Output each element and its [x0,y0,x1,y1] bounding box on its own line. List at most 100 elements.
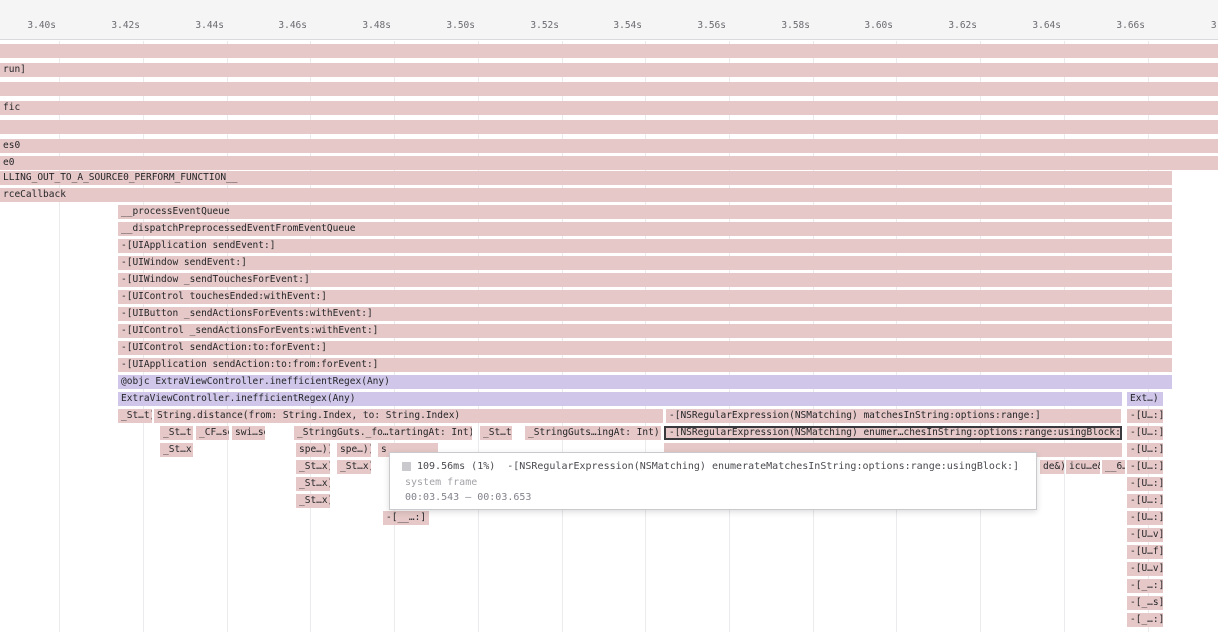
flame-bar[interactable]: -[_…:] [1127,613,1163,627]
flame-bar[interactable]: -[U…f] [1127,545,1163,559]
flame-bar[interactable]: LLING_OUT_TO_A_SOURCE0_PERFORM_FUNCTION_… [0,171,1172,185]
flame-bar-label: __dispatchPreprocessedEventFromEventQueu… [118,222,1172,236]
time-tick-label: 3.40s [27,20,56,31]
flame-bar[interactable]: @objc ExtraViewController.inefficientReg… [118,375,1172,389]
flame-bar[interactable]: -[UIControl sendAction:to:forEvent:] [118,341,1172,355]
flame-bar-label: _St…t) [160,426,193,440]
flame-bar-label: @objc ExtraViewController.inefficientReg… [118,375,1172,389]
flame-bar[interactable]: _St…x) [337,460,371,474]
flame-bar[interactable]: -[__…:] [383,511,429,525]
flame-bar[interactable]: -[UIWindow sendEvent:] [118,256,1172,270]
flame-bar-label: _St…t) [118,409,152,423]
flame-bar[interactable]: e0 [0,156,1218,170]
time-tick-label: 3.6 [1211,20,1218,31]
flame-bar[interactable]: _StringGuts…ingAt: Int) [525,426,661,440]
flame-bar[interactable]: -[U…:] [1127,477,1163,491]
flame-bar[interactable]: _St…x) [296,460,330,474]
flame-bar[interactable]: _St…t) [160,426,193,440]
flame-bar[interactable]: __processEventQueue [118,205,1172,219]
flame-bar[interactable]: _St…x) [296,477,330,491]
flame-bar[interactable]: _St…t) [480,426,512,440]
flame-bar-label: -[UIApplication sendEvent:] [118,239,1172,253]
flame-bar-label: -[UIApplication sendAction:to:from:forEv… [118,358,1172,372]
flame-bar[interactable]: String.distance(from: String.Index, to: … [154,409,663,423]
flame-bar[interactable]: -[_…s] [1127,596,1163,610]
tooltip: 109.56ms (1%) -[NSRegularExpression(NSMa… [389,452,1037,510]
flame-bar[interactable]: _CF…se [196,426,229,440]
flame-bar[interactable]: _St…x) [296,494,330,508]
flame-bar[interactable]: _St…x) [160,443,193,457]
time-tick-label: 3.56s [697,20,726,31]
flame-bar[interactable]: -[U…v] [1127,528,1163,542]
flame-bar[interactable]: -[U…:] [1127,426,1163,440]
flame-bar[interactable]: es0 [0,139,1218,153]
flame-bar[interactable]: run] [0,63,1218,77]
flame-bar[interactable]: icu…e&) [1066,460,1100,474]
flame-bar-label: -[NSRegularExpression(NSMatching) enumer… [666,428,1120,438]
flame-bar[interactable]: -[U…:] [1127,409,1163,423]
flame-bar-label: de&) [1040,460,1064,474]
flame-bar-label: _StringGuts…ingAt: Int) [525,426,661,440]
time-ruler[interactable]: 3.40s3.42s3.44s3.46s3.48s3.50s3.52s3.54s… [0,0,1218,40]
flame-bar-label: LLING_OUT_TO_A_SOURCE0_PERFORM_FUNCTION_… [0,171,1172,185]
flame-bar-selected[interactable]: -[NSRegularExpression(NSMatching) enumer… [664,426,1122,440]
tooltip-symbol: -[NSRegularExpression(NSMatching) enumer… [507,461,1019,472]
time-tick-label: 3.62s [948,20,977,31]
time-tick-label: 3.46s [278,20,307,31]
flame-bar[interactable]: rceCallback [0,188,1172,202]
flame-bar[interactable]: -[U…:] [1127,460,1163,474]
time-tick-label: 3.50s [446,20,475,31]
flame-bar-label: -[U…:] [1127,494,1163,508]
flame-bar[interactable]: -[UIButton _sendActionsForEvents:withEve… [118,307,1172,321]
flame-bar-label: -[__…:] [383,511,429,525]
flame-bar[interactable]: de&) [1040,460,1064,474]
flame-bar[interactable]: ExtraViewController.inefficientRegex(Any… [118,392,1122,406]
time-tick-label: 3.58s [781,20,810,31]
flame-bar-label: -[U…:] [1127,426,1163,440]
flame-bar[interactable]: -[NSRegularExpression(NSMatching) matche… [666,409,1121,423]
flame-bar-label: __processEventQueue [118,205,1172,219]
flame-bar[interactable] [0,82,1218,96]
flame-bar[interactable] [0,44,1218,58]
flame-bar-label: run] [0,63,1218,77]
frame-color-swatch-icon [402,462,411,471]
flame-bar[interactable] [0,120,1218,134]
flame-bar[interactable]: __6…ce [1102,460,1125,474]
flame-bar-label: ExtraViewController.inefficientRegex(Any… [118,392,1122,406]
flame-bar[interactable]: __dispatchPreprocessedEventFromEventQueu… [118,222,1172,236]
flame-bar-label: Ext…) [1127,392,1163,406]
flame-bar[interactable]: -[U…:] [1127,494,1163,508]
time-tick-label: 3.66s [1116,20,1145,31]
flame-bar-label: -[U…:] [1127,477,1163,491]
time-tick-label: 3.52s [530,20,559,31]
flame-bar[interactable]: _St…t) [118,409,152,423]
flame-bar-label: -[_…s] [1127,596,1163,610]
time-tick-label: 3.64s [1032,20,1061,31]
flame-bar-label: -[UIControl sendAction:to:forEvent:] [118,341,1172,355]
flame-bar[interactable]: -[U…:] [1127,511,1163,525]
flame-bar-label: spe…)) [337,443,371,457]
flame-bar-label: _St…x) [160,443,193,457]
flame-bar[interactable]: -[U…:] [1127,443,1163,457]
flame-bar[interactable]: swi…se [232,426,265,440]
flame-layer[interactable]: run] fic es0 e0LLING_OUT_TO_A_SOURCE0_PERFO… [0,0,1218,632]
flame-bar[interactable]: _StringGuts._fo…tartingAt: Int) [294,426,472,440]
flame-bar-label: spe…)) [296,443,330,457]
flame-bar[interactable]: -[UIWindow _sendTouchesForEvent:] [118,273,1172,287]
flame-bar[interactable]: Ext…) [1127,392,1163,406]
flame-bar-label: rceCallback [0,188,1172,202]
flame-bar[interactable]: -[_…:] [1127,579,1163,593]
flame-bar[interactable]: spe…)) [337,443,371,457]
flame-bar[interactable]: spe…)) [296,443,330,457]
flame-bar[interactable]: -[UIControl touchesEnded:withEvent:] [118,290,1172,304]
flame-bar-label: es0 [0,139,1218,153]
time-tick-label: 3.60s [864,20,893,31]
flame-bar[interactable]: -[UIControl _sendActionsForEvents:withEv… [118,324,1172,338]
flame-bar[interactable]: -[UIApplication sendEvent:] [118,239,1172,253]
flame-bar[interactable]: -[U…v] [1127,562,1163,576]
flame-bar[interactable]: fic [0,101,1218,115]
flame-bar-label: -[U…v] [1127,528,1163,542]
flame-bar-label: -[U…:] [1127,511,1163,525]
tooltip-time-range: 00:03.543 — 00:03.653 [405,492,1024,503]
flame-bar[interactable]: -[UIApplication sendAction:to:from:forEv… [118,358,1172,372]
